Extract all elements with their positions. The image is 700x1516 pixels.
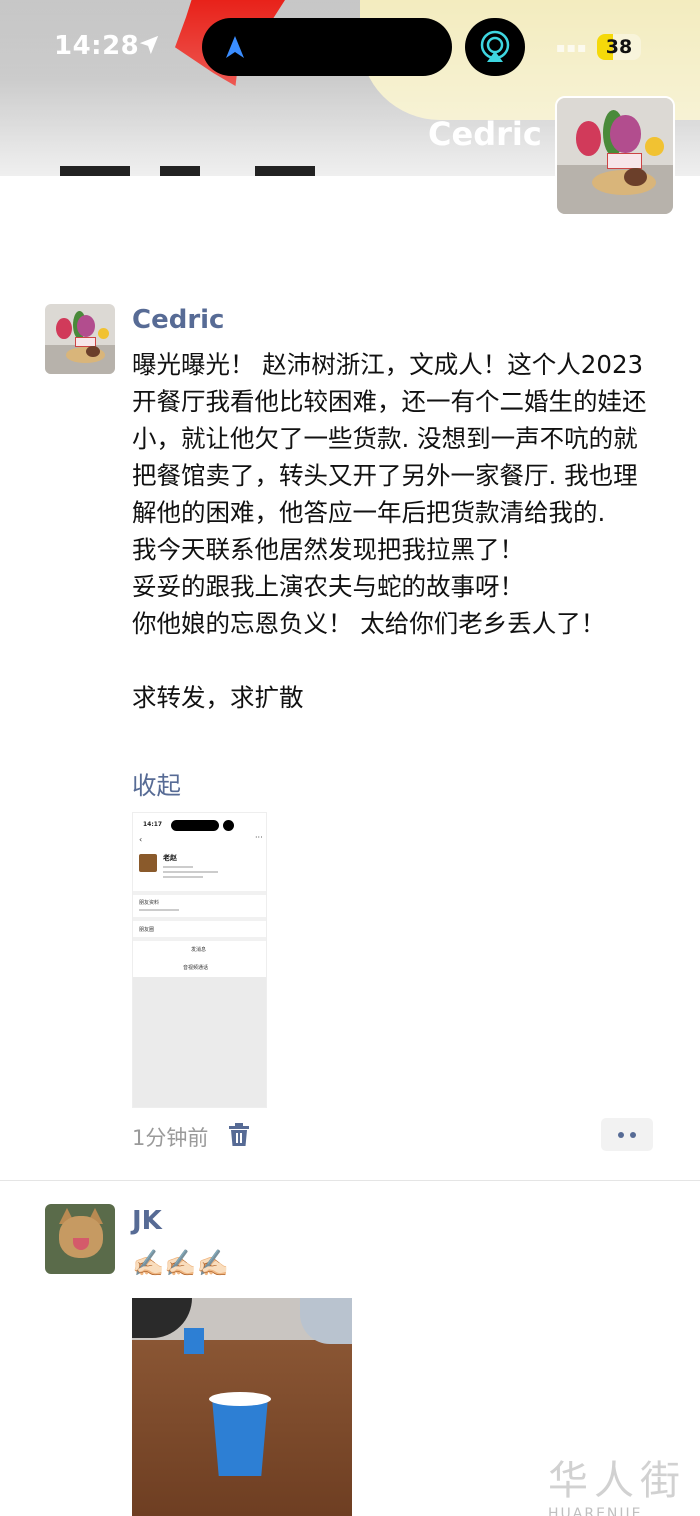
cat-photo bbox=[45, 1204, 115, 1274]
screenshot-line bbox=[163, 876, 203, 878]
screenshot-action-2: 音视频通话 bbox=[183, 965, 209, 971]
post-author[interactable]: JK bbox=[132, 1206, 162, 1236]
screenshot-separator bbox=[133, 917, 266, 921]
screenshot-island bbox=[171, 820, 219, 831]
profile-name[interactable]: Cedric bbox=[428, 115, 542, 153]
more-actions-button[interactable] bbox=[601, 1118, 653, 1151]
post-photo[interactable] bbox=[132, 1298, 352, 1516]
screenshot-line bbox=[139, 909, 179, 911]
airplay-indicator bbox=[465, 18, 525, 76]
screenshot-separator bbox=[133, 891, 266, 895]
dynamic-island bbox=[202, 18, 452, 76]
post-screenshot-image[interactable]: 14:17 ‹ ··· 老赵 朋友资料 朋友圈 发消息 音视频通话 bbox=[132, 812, 267, 1108]
screenshot-time: 14:17 bbox=[143, 821, 163, 828]
screenshot-island-dot bbox=[223, 820, 234, 831]
screenshot-line bbox=[163, 866, 193, 868]
post-author[interactable]: Cedric bbox=[132, 305, 224, 335]
navigation-icon bbox=[226, 36, 244, 58]
cover-stripe bbox=[60, 166, 130, 176]
screenshot-back-icon: ‹ bbox=[139, 835, 143, 844]
location-arrow-icon bbox=[139, 35, 159, 55]
status-time: 14:28 bbox=[54, 31, 140, 61]
battery-indicator: 38 bbox=[597, 34, 641, 60]
cover-stripe bbox=[255, 166, 315, 176]
flowers-photo bbox=[45, 304, 115, 374]
screenshot-field-1: 朋友资料 bbox=[139, 900, 160, 906]
photo-cup-rim bbox=[209, 1392, 271, 1406]
screenshot-action-1: 发消息 bbox=[191, 947, 207, 953]
screenshot-more-icon: ··· bbox=[255, 833, 263, 842]
post-text: ✍🏻✍🏻✍🏻 bbox=[132, 1249, 230, 1279]
trash-icon[interactable] bbox=[228, 1123, 250, 1147]
post-divider bbox=[0, 1180, 700, 1181]
post-text: 曝光曝光！ 赵沛树浙江，文成人！这个人2023开餐厅我看他比较困难，还一有个二婚… bbox=[132, 350, 647, 712]
post-avatar[interactable] bbox=[45, 1204, 115, 1274]
flowers-photo bbox=[557, 98, 673, 214]
screenshot-line bbox=[163, 871, 218, 873]
airplay-icon bbox=[480, 30, 510, 62]
screenshot-field-2: 朋友圈 bbox=[139, 927, 155, 933]
battery-level: 38 bbox=[605, 36, 633, 58]
watermark-text: HUARENJIE bbox=[548, 1506, 643, 1516]
screenshot-contact-name: 老赵 bbox=[163, 854, 177, 862]
screenshot-separator bbox=[133, 937, 266, 941]
profile-avatar[interactable] bbox=[555, 96, 675, 216]
photo-cup bbox=[184, 1328, 204, 1354]
post-timestamp: 1分钟前 bbox=[132, 1126, 209, 1150]
screenshot-avatar bbox=[139, 854, 157, 872]
cover-stripe bbox=[160, 166, 200, 176]
signal-icon: ▪▪▪ bbox=[556, 40, 588, 56]
more-dot bbox=[618, 1132, 624, 1138]
watermark-logo: 华人街 bbox=[548, 1458, 686, 1504]
screenshot-blank-area bbox=[133, 977, 266, 1107]
post-avatar[interactable] bbox=[45, 304, 115, 374]
collapse-link[interactable]: 收起 bbox=[132, 767, 181, 802]
more-dot bbox=[630, 1132, 636, 1138]
photo-cup bbox=[212, 1398, 268, 1476]
site-watermark: 华人街 HUARENJIE bbox=[548, 1448, 686, 1516]
